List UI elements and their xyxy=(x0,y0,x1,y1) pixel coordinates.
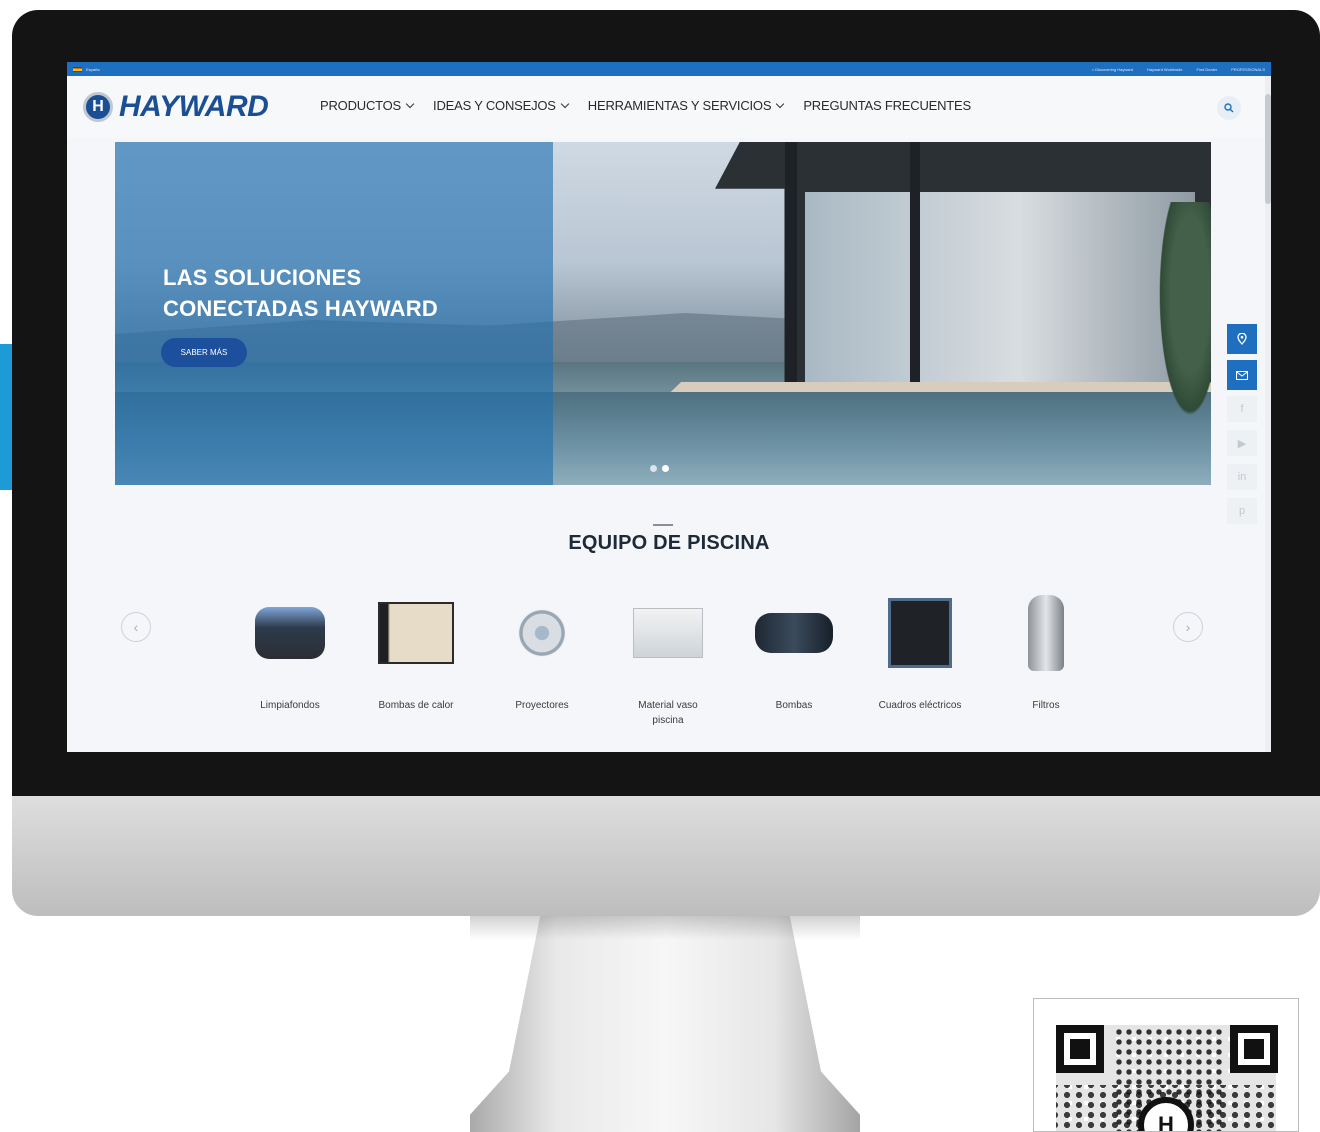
utility-link-worldwide[interactable]: Hayward Worldwide xyxy=(1147,67,1183,72)
slider-dots xyxy=(650,465,669,472)
nav-label: PREGUNTAS FRECUENTES xyxy=(803,98,971,113)
product-label: Proyectores xyxy=(515,700,569,711)
scrollbar[interactable] xyxy=(1265,76,1271,752)
product-bombas-calor[interactable]: Bombas de calor xyxy=(353,594,479,728)
nav-productos[interactable]: PRODUCTOS xyxy=(320,98,415,113)
logo-text: HAYWARD xyxy=(119,90,269,123)
product-image xyxy=(881,594,959,672)
social-rail: f ▶ in p xyxy=(1227,324,1259,532)
stage: España > Discovering Hayward Hayward Wor… xyxy=(0,0,1320,1132)
map-pin-button[interactable] xyxy=(1227,324,1257,354)
linkedin-button[interactable]: in xyxy=(1227,464,1257,490)
product-image xyxy=(755,594,833,672)
hero-palm xyxy=(1155,202,1211,432)
main-nav: PRODUCTOS IDEAS Y CONSEJOS HERRAMIENTAS … xyxy=(320,98,971,113)
carousel-next-button[interactable]: › xyxy=(1173,612,1203,642)
hayward-mark-icon: H xyxy=(83,92,113,122)
carousel-prev-button[interactable]: ‹ xyxy=(121,612,151,642)
utility-link-dealer[interactable]: Find Dealer xyxy=(1197,67,1218,72)
product-limpiafondos[interactable]: Limpiafondos xyxy=(227,594,353,728)
product-image xyxy=(503,594,581,672)
product-proyectores[interactable]: Proyectores xyxy=(479,594,605,728)
skimmer-icon xyxy=(633,608,703,658)
product-label: Filtros xyxy=(1032,700,1060,711)
hero-title: LAS SOLUCIONES CONECTADAS HAYWARD xyxy=(163,262,438,324)
slider-dot-active[interactable] xyxy=(662,465,669,472)
nav-preguntas-frecuentes[interactable]: PREGUNTAS FRECUENTES xyxy=(803,98,971,113)
pool-light-icon xyxy=(518,609,566,657)
control-panel-icon xyxy=(888,598,952,668)
spain-flag-icon xyxy=(73,66,82,72)
heat-pump-icon xyxy=(378,602,454,664)
hero-title-line: LAS SOLUCIONES xyxy=(163,265,362,290)
language-selector[interactable]: España xyxy=(73,66,100,72)
product-bombas[interactable]: Bombas xyxy=(731,594,857,728)
facebook-button[interactable]: f xyxy=(1227,396,1257,422)
qr-finder xyxy=(1230,1025,1278,1073)
slider-dot[interactable] xyxy=(650,465,657,472)
product-label: Bombas xyxy=(775,700,813,711)
nav-label: HERRAMIENTAS Y SERVICIOS xyxy=(587,98,772,113)
hero-slider: LAS SOLUCIONES CONECTADAS HAYWARD SABER … xyxy=(115,142,1211,485)
language-label: España xyxy=(86,66,100,72)
youtube-button[interactable]: ▶ xyxy=(1227,430,1257,456)
utility-bar: España > Discovering Hayward Hayward Wor… xyxy=(67,62,1271,76)
nav-label: IDEAS Y CONSEJOS xyxy=(433,98,556,113)
hayward-logo[interactable]: H HAYWARD xyxy=(83,90,269,124)
nav-herramientas-servicios[interactable]: HERRAMIENTAS Y SERVICIOS xyxy=(587,98,785,113)
qr-code: H xyxy=(1033,998,1299,1132)
section-title: EQUIPO DE PISCINA xyxy=(568,532,770,554)
chevron-down-icon xyxy=(776,99,785,108)
product-material-vaso[interactable]: Material vaso piscina xyxy=(605,594,731,728)
chevron-down-icon xyxy=(405,99,415,108)
product-image xyxy=(629,594,707,672)
youtube-icon: ▶ xyxy=(1237,437,1247,450)
utility-link-discovering[interactable]: > Discovering Hayward xyxy=(1092,67,1133,72)
utility-links: > Discovering Hayward Hayward Worldwide … xyxy=(1092,67,1265,72)
product-image xyxy=(1007,594,1085,672)
utility-link-professionals[interactable]: PROFESSIONALS xyxy=(1231,67,1265,72)
monitor-stand xyxy=(470,916,860,1132)
hero-pillar xyxy=(785,142,797,402)
search-icon xyxy=(1224,103,1234,113)
product-label: Limpiafondos xyxy=(260,700,320,711)
site-header: H HAYWARD PRODUCTOS IDEAS Y CONSEJOS HER… xyxy=(67,76,1271,138)
product-image xyxy=(377,594,455,672)
nav-label: PRODUCTOS xyxy=(320,98,402,113)
hero-glass-wall xyxy=(805,192,1195,382)
map-pin-icon xyxy=(1237,333,1247,345)
pinterest-icon: p xyxy=(1238,505,1246,517)
hero-pillar xyxy=(910,142,920,382)
product-label: Bombas de calor xyxy=(378,700,454,711)
product-label: Material vaso piscina xyxy=(638,700,698,726)
pool-filter-icon xyxy=(1028,595,1064,671)
chevron-down-icon xyxy=(560,99,570,108)
nav-ideas-consejos[interactable]: IDEAS Y CONSEJOS xyxy=(433,98,570,113)
monitor-chin xyxy=(12,796,1320,916)
mail-icon xyxy=(1236,370,1248,380)
chevron-left-icon: ‹ xyxy=(133,619,139,635)
stand-shadow xyxy=(470,916,860,940)
mail-button[interactable] xyxy=(1227,360,1257,390)
search-button[interactable] xyxy=(1217,96,1241,120)
pool-pump-icon xyxy=(755,613,833,653)
product-image xyxy=(251,594,329,672)
hero-title-line: CONECTADAS HAYWARD xyxy=(163,296,438,321)
browser-screen: España > Discovering Hayward Hayward Wor… xyxy=(67,62,1271,752)
product-cuadros-electricos[interactable]: Cuadros eléctricos xyxy=(857,594,983,728)
saber-mas-button[interactable]: SABER MÁS xyxy=(161,338,247,367)
chevron-right-icon: › xyxy=(1185,619,1191,635)
section-divider xyxy=(653,524,673,526)
product-carousel: Limpiafondos Bombas de calor Proyectores… xyxy=(227,594,1109,728)
facebook-icon: f xyxy=(1240,403,1244,415)
scroll-thumb[interactable] xyxy=(1265,94,1271,204)
product-filtros[interactable]: Filtros xyxy=(983,594,1109,728)
pool-robot-icon xyxy=(255,607,325,659)
qr-finder xyxy=(1056,1025,1104,1073)
linkedin-icon: in xyxy=(1237,471,1247,483)
product-label: Cuadros eléctricos xyxy=(878,700,962,711)
pinterest-button[interactable]: p xyxy=(1227,498,1257,524)
